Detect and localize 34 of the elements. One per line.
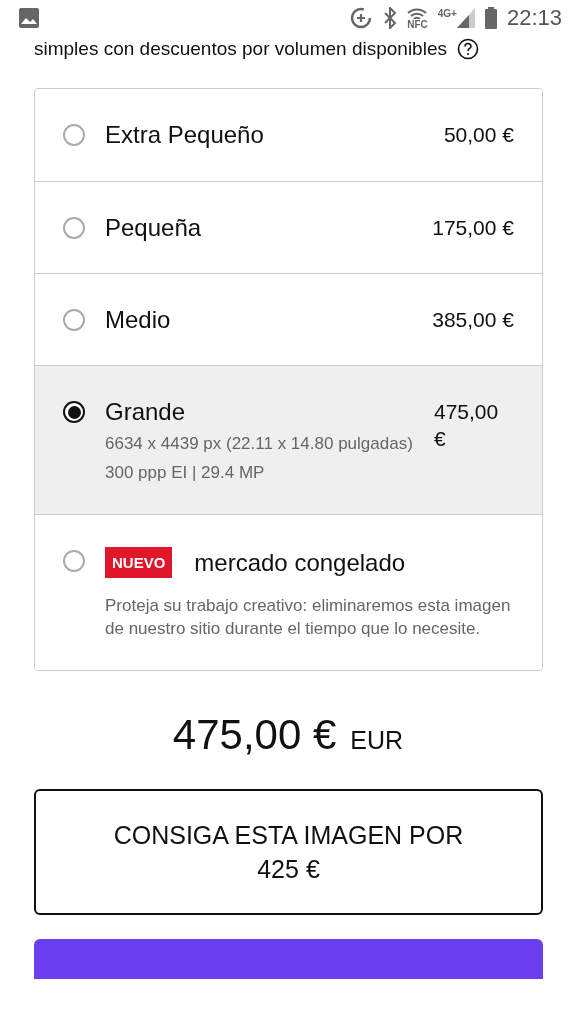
- radio-button[interactable]: [63, 124, 85, 146]
- option-price: 385,00 €: [432, 307, 514, 333]
- image-icon: [18, 7, 40, 29]
- option-price: 175,00 €: [432, 215, 514, 241]
- option-detail: 300 ppp EI | 29.4 MP: [105, 462, 266, 484]
- wifi-icon: [407, 6, 428, 19]
- total-price: 475,00 €: [172, 711, 337, 759]
- battery-icon: [484, 7, 497, 29]
- option-price: 475,00 €: [434, 399, 500, 452]
- option-description: Proteja su trabajo creativo: eliminaremos esta imagen de nuestro sitio durante el tiempo que lo necesite.: [105, 595, 512, 640]
- option-label: Grande: [105, 398, 186, 426]
- intro-text: simples con descuentos por volumen disponibles: [34, 38, 447, 60]
- radio-button[interactable]: [63, 550, 85, 572]
- size-option[interactable]: Grande 6634 x 4439 px (22.11 x 14.80 pulgadas) 300 ppp EI | 29.4 MP 475,00 €: [35, 365, 542, 514]
- network-label: 4G+: [437, 8, 457, 19]
- signal-icon: [456, 8, 475, 28]
- currency-label: EUR: [350, 726, 404, 755]
- new-badge: NUEVO: [105, 547, 173, 578]
- size-option[interactable]: NUEVO mercado congelado Proteja su trabajo creativo: eliminaremos esta imagen de nuestro sitio durante el tiempo que lo necesite.: [35, 514, 542, 670]
- radio-button[interactable]: [63, 309, 85, 331]
- option-label: Extra Pequeño: [105, 121, 264, 149]
- clock-time: 22:13: [506, 5, 562, 31]
- nfc-label: NFC: [407, 18, 428, 30]
- radio-button[interactable]: [63, 217, 85, 239]
- option-label: mercado congelado: [194, 548, 406, 577]
- help-icon[interactable]: [456, 38, 479, 60]
- offer-button[interactable]: CONSIGA ESTA IMAGEN POR 425 €: [34, 789, 543, 915]
- radio-button[interactable]: [63, 401, 85, 423]
- option-detail: 6634 x 4439 px (22.11 x 14.80 pulgadas): [105, 433, 414, 455]
- option-label: Pequeña: [105, 214, 202, 242]
- bluetooth-icon: [383, 7, 398, 29]
- option-label: Medio: [105, 306, 171, 334]
- data-saver-icon: [349, 6, 374, 30]
- option-price: 50,00 €: [443, 122, 514, 148]
